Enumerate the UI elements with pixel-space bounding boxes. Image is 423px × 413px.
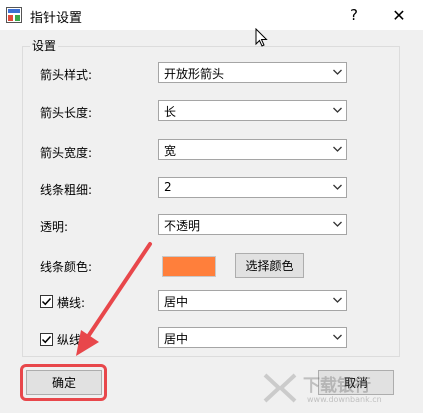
transparency-select[interactable]: 不透明: [158, 214, 347, 235]
mouse-cursor-icon: [255, 28, 268, 47]
chevron-down-icon: [333, 69, 342, 75]
choose-color-button[interactable]: 选择颜色: [235, 253, 304, 278]
arrow-style-label: 箭头样式:: [40, 68, 93, 82]
window-title: 指针设置: [30, 11, 83, 26]
horizontal-line-value: 居中: [164, 295, 189, 309]
watermark-logo-icon: [263, 373, 297, 403]
transparency-label: 透明:: [40, 220, 69, 234]
close-button[interactable]: ✕: [384, 3, 414, 27]
arrow-width-label: 箭头宽度:: [40, 146, 93, 160]
arrow-style-select[interactable]: 开放形箭头: [158, 62, 347, 83]
vertical-line-checkbox[interactable]: [40, 333, 53, 346]
watermark-url: www.downbank.cn: [307, 395, 382, 404]
help-button[interactable]: ?: [342, 3, 366, 27]
line-thickness-label: 线条粗细:: [40, 183, 93, 197]
watermark-text: 下载银行: [303, 376, 371, 396]
arrow-length-label: 箭头长度:: [40, 106, 93, 120]
chevron-down-icon: [333, 107, 342, 113]
horizontal-line-select[interactable]: 居中: [158, 290, 347, 311]
line-color-label: 线条颜色:: [40, 260, 93, 274]
horizontal-line-label: 横线:: [57, 296, 86, 310]
arrow-length-select[interactable]: 长: [158, 100, 347, 121]
settings-group-legend: 设置: [30, 37, 59, 54]
chevron-down-icon: [333, 184, 342, 190]
ok-button-highlight: [20, 364, 107, 401]
title-bar: 指针设置 ? ✕: [0, 0, 423, 30]
checkmark-icon: [41, 335, 52, 344]
chevron-down-icon: [333, 221, 342, 227]
chevron-down-icon: [333, 146, 342, 152]
chevron-down-icon: [333, 334, 342, 340]
transparency-value: 不透明: [164, 219, 201, 233]
checkmark-icon: [41, 297, 52, 306]
line-thickness-value: 2: [164, 180, 172, 194]
app-icon: [6, 7, 22, 23]
arrow-width-select[interactable]: 宽: [158, 139, 347, 160]
vertical-line-select[interactable]: 居中: [158, 327, 347, 348]
arrow-style-value: 开放形箭头: [164, 67, 225, 81]
line-color-swatch: [162, 256, 216, 277]
arrow-length-value: 长: [164, 105, 177, 119]
vertical-line-value: 居中: [164, 332, 189, 346]
chevron-down-icon: [333, 297, 342, 303]
line-thickness-select[interactable]: 2: [158, 177, 347, 198]
arrow-width-value: 宽: [164, 144, 177, 158]
vertical-line-label: 纵线:: [57, 333, 86, 347]
horizontal-line-checkbox[interactable]: [40, 295, 53, 308]
